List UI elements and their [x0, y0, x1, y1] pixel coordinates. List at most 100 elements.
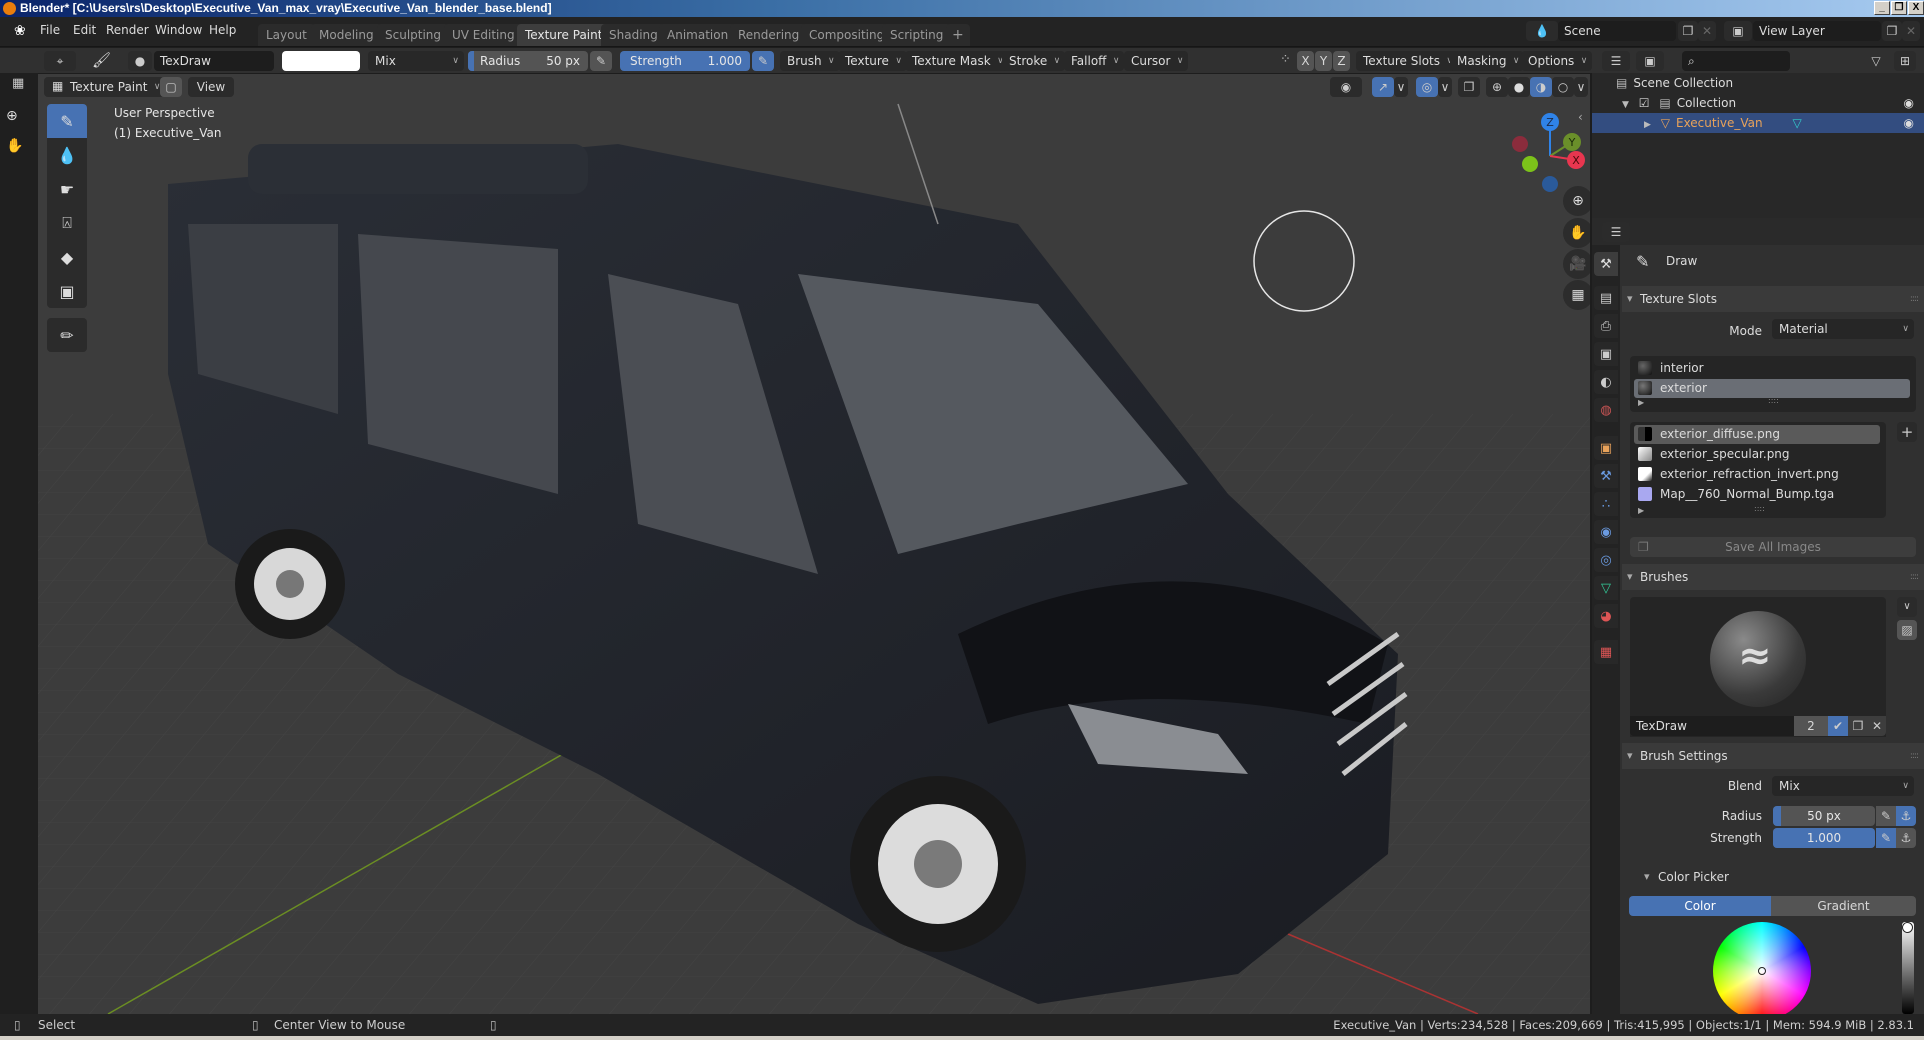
menu-file[interactable]: File: [40, 23, 60, 37]
color-picker-subpanel-header[interactable]: ▾ Color Picker: [1622, 864, 1924, 890]
masking-menu[interactable]: Masking: [1450, 51, 1525, 71]
show-overlays-icon[interactable]: ◎: [1416, 77, 1438, 97]
mirror-x-toggle[interactable]: X: [1297, 51, 1314, 71]
outliner-row-scene-collection[interactable]: ▤ Scene Collection: [1592, 73, 1924, 93]
strength-pressure-icon[interactable]: ✎: [752, 51, 774, 71]
collection-checkbox[interactable]: ☑: [1639, 96, 1650, 110]
tab-shading[interactable]: Shading: [601, 24, 666, 46]
brush-strength-slider[interactable]: 1.000: [1773, 828, 1875, 848]
cursor-menu[interactable]: Cursor: [1124, 51, 1189, 71]
tab-texture-paint[interactable]: Texture Paint: [517, 24, 611, 46]
tool-settings-icon[interactable]: ⌖: [44, 51, 76, 71]
texture-slots-menu[interactable]: Texture Slots: [1356, 51, 1458, 71]
image-slot-item[interactable]: Map__760_Normal_Bump.tga: [1634, 485, 1880, 504]
tab-scene-icon[interactable]: ◐: [1594, 370, 1618, 394]
camera-icon[interactable]: 🎥: [1563, 249, 1590, 279]
properties-editor-type-icon[interactable]: ☰: [1602, 222, 1630, 242]
brush-users-count[interactable]: 2: [1794, 716, 1828, 736]
tab-modeling[interactable]: Modeling: [311, 24, 382, 46]
grid-icon[interactable]: ▦: [1563, 280, 1590, 310]
scene-selector-icon[interactable]: 💧: [1526, 21, 1558, 41]
brush-name-field[interactable]: TexDraw: [1630, 716, 1794, 736]
brush-radius-slider[interactable]: 50 px: [1773, 806, 1875, 826]
filter-icon[interactable]: ▽: [1862, 51, 1890, 71]
strength-pressure-icon[interactable]: ✎: [1876, 828, 1896, 848]
tab-texture-icon[interactable]: ▦: [1594, 640, 1618, 664]
menu-window[interactable]: Window: [155, 23, 202, 37]
tab-constraints-icon[interactable]: ◎: [1594, 548, 1618, 572]
tab-physics-icon[interactable]: ◉: [1594, 520, 1618, 544]
zoom-icon[interactable]: ⊕: [1563, 186, 1590, 216]
tab-scripting[interactable]: Scripting: [882, 24, 952, 46]
falloff-menu[interactable]: Falloff: [1064, 51, 1125, 71]
color-wheel-cursor[interactable]: [1758, 967, 1766, 975]
radius-slider[interactable]: Radius 50 px: [468, 51, 588, 71]
tab-compositing[interactable]: Compositing: [801, 24, 893, 46]
mesh-data-icon[interactable]: ▽: [1792, 116, 1801, 130]
texture-mask-menu[interactable]: Texture Mask: [905, 51, 1009, 71]
tab-modifier-icon[interactable]: ⚒: [1594, 464, 1618, 488]
view-layer-field[interactable]: View Layer: [1753, 21, 1881, 41]
list-resize-grip[interactable]: ::::: [1754, 504, 1765, 513]
maximize-button[interactable]: ❐: [1891, 1, 1907, 15]
radius-unified-icon[interactable]: ⚓: [1896, 806, 1916, 826]
duplicate-brush-icon[interactable]: ❐: [1848, 716, 1868, 736]
image-slot-item[interactable]: exterior_refraction_invert.png: [1634, 465, 1880, 484]
visibility-selectability-icon[interactable]: ◉: [1330, 77, 1362, 97]
tab-sculpting[interactable]: Sculpting: [377, 24, 450, 46]
mode-checker-icon[interactable]: ▦: [12, 76, 24, 91]
overlays-dropdown-icon[interactable]: ∨: [1438, 77, 1452, 97]
brushes-panel-header[interactable]: Brushes::::: [1622, 564, 1924, 590]
brush-preview-icon[interactable]: ●: [128, 51, 152, 71]
strength-unified-icon[interactable]: ⚓: [1896, 828, 1916, 848]
visibility-eye-icon[interactable]: ◉: [1904, 113, 1914, 133]
tool-fill[interactable]: ◆: [47, 240, 87, 274]
tool-soften[interactable]: 💧: [47, 138, 87, 172]
unlink-brush-icon[interactable]: ✕: [1868, 716, 1886, 736]
new-scene-icon[interactable]: ❐: [1678, 21, 1698, 41]
new-view-layer-icon[interactable]: ❐: [1882, 21, 1902, 41]
shading-material-icon[interactable]: ◑: [1530, 77, 1552, 97]
display-mode-icon[interactable]: ▣: [1636, 51, 1664, 71]
gizmo-neg-z[interactable]: [1542, 176, 1558, 192]
tool-smear[interactable]: ☛: [47, 172, 87, 206]
xray-toggle-icon[interactable]: ❐: [1458, 77, 1480, 97]
radius-pressure-icon[interactable]: ✎: [1876, 806, 1896, 826]
material-slot-interior[interactable]: interior: [1634, 359, 1910, 378]
view-menu[interactable]: View: [188, 77, 234, 97]
tab-gradient[interactable]: Gradient: [1771, 896, 1916, 916]
brush-custom-icon-button[interactable]: ▨: [1897, 620, 1917, 640]
delete-scene-icon[interactable]: ✕: [1698, 21, 1716, 41]
tab-render-icon[interactable]: ▤: [1594, 286, 1618, 310]
list-expand-icon[interactable]: ▶: [1638, 398, 1644, 407]
add-image-button[interactable]: +: [1897, 422, 1917, 442]
options-menu[interactable]: Options: [1521, 51, 1593, 71]
expand-arrow-icon[interactable]: ▶: [1644, 120, 1651, 130]
outliner-editor-type-icon[interactable]: ☰: [1602, 51, 1630, 71]
shading-dropdown-icon[interactable]: ∨: [1574, 77, 1588, 97]
value-slider[interactable]: [1902, 922, 1914, 1014]
tab-animation[interactable]: Animation: [659, 24, 737, 46]
tab-view-layer-icon[interactable]: ▣: [1594, 342, 1618, 366]
tab-rendering[interactable]: Rendering: [730, 24, 808, 46]
show-gizmo-icon[interactable]: ↗: [1372, 77, 1394, 97]
menu-help[interactable]: Help: [209, 23, 236, 37]
tab-tool-icon[interactable]: ⚒: [1594, 252, 1618, 276]
scene-name-field[interactable]: Scene: [1558, 21, 1676, 41]
radius-pressure-icon[interactable]: ✎: [590, 51, 612, 71]
color-wheel[interactable]: [1713, 922, 1811, 1020]
visibility-eye-icon[interactable]: ◉: [1904, 93, 1914, 113]
menu-edit[interactable]: Edit: [73, 23, 96, 37]
hand-icon[interactable]: ✋: [6, 138, 23, 154]
blender-menu-icon[interactable]: ❀: [14, 23, 26, 39]
panel-grip-icon[interactable]: ::::: [1910, 564, 1919, 590]
tab-uv-editing[interactable]: UV Editing: [444, 24, 523, 46]
blend-mode-dropdown[interactable]: Mix: [368, 51, 464, 71]
fake-user-shield-icon[interactable]: ✔: [1828, 716, 1848, 736]
brush-browse-icon[interactable]: ∨: [1897, 597, 1917, 617]
tab-object-icon[interactable]: ▣: [1594, 436, 1618, 460]
blend-dropdown[interactable]: Mix: [1772, 776, 1914, 796]
tool-annotate[interactable]: ✏: [47, 318, 87, 352]
new-collection-icon[interactable]: ⊞: [1894, 51, 1916, 71]
image-slot-item[interactable]: exterior_diffuse.png: [1634, 425, 1880, 444]
